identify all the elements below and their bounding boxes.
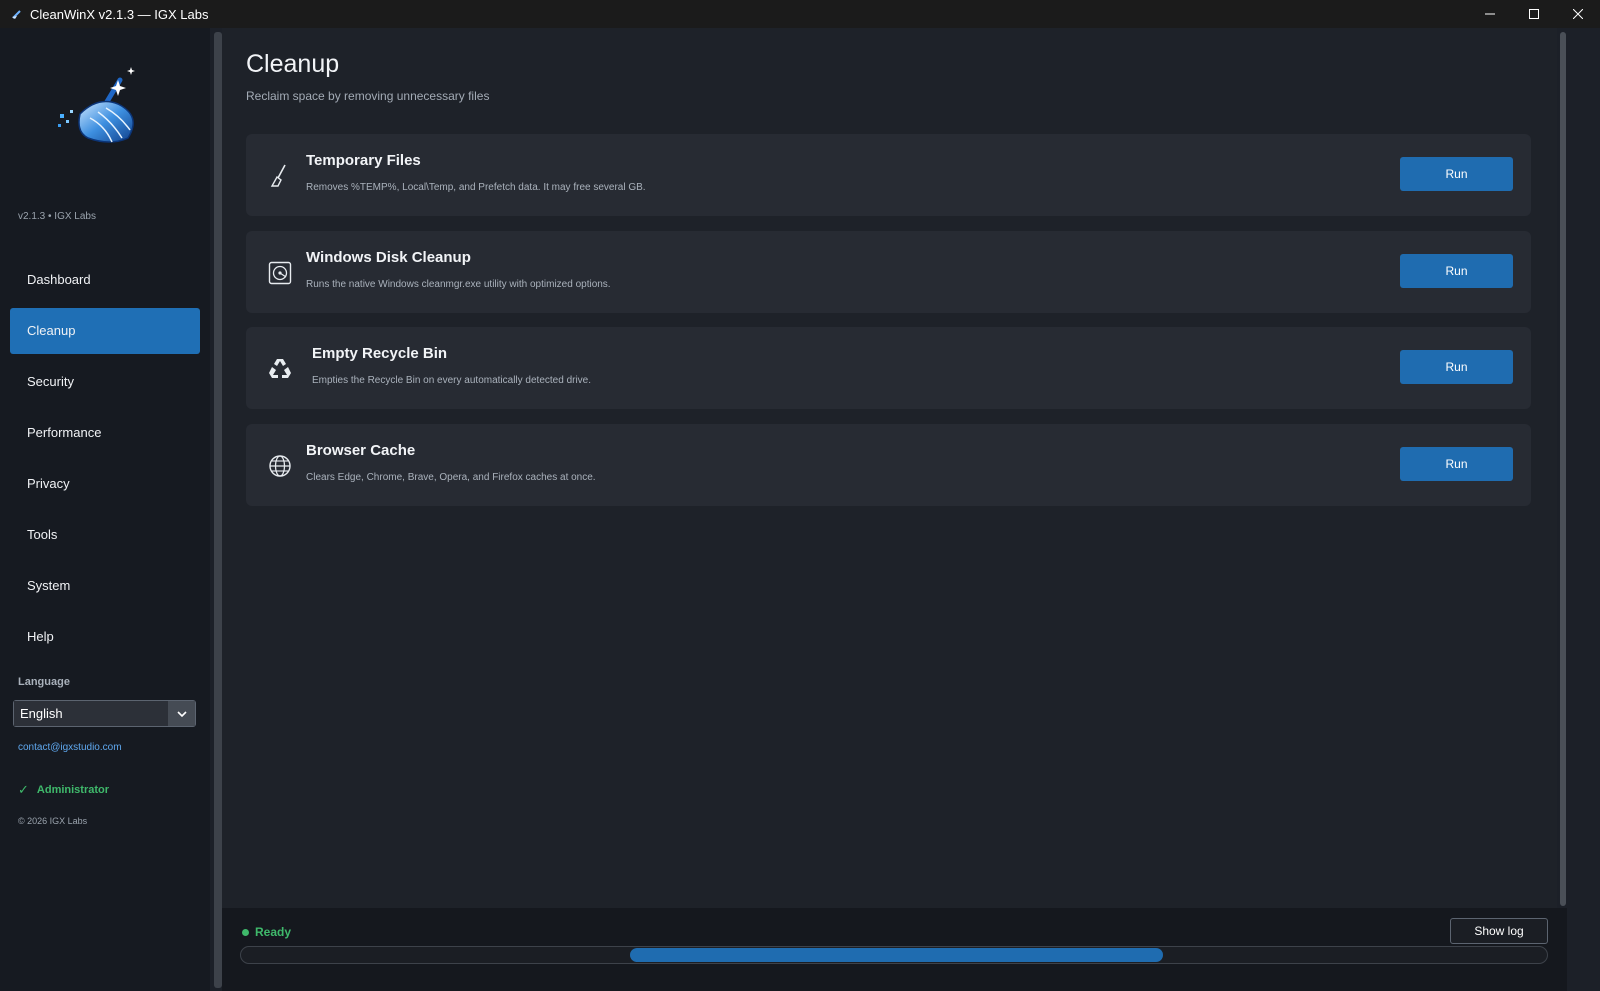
status-indicator: Ready	[242, 925, 291, 939]
progress-bar	[240, 946, 1548, 964]
minimize-button[interactable]	[1468, 0, 1512, 28]
status-dot-icon	[242, 928, 249, 936]
close-button[interactable]	[1556, 0, 1600, 28]
language-select[interactable]: English	[13, 700, 196, 727]
show-log-button[interactable]: Show log	[1450, 918, 1548, 944]
status-text: Ready	[255, 925, 292, 939]
maximize-button[interactable]	[1512, 0, 1556, 28]
recycle-icon	[266, 355, 294, 383]
language-label: Language	[18, 676, 70, 688]
language-value[interactable]: English	[14, 701, 168, 726]
contact-link[interactable]: contact@igxstudio.com	[18, 742, 122, 753]
sidebar-item-cleanup[interactable]: Cleanup	[10, 308, 200, 354]
broom-logo-icon	[50, 52, 144, 152]
version-label: v2.1.3 • IGX Labs	[18, 211, 96, 222]
check-icon: ✓	[18, 782, 29, 797]
window-title: CleanWinX v2.1.3 — IGX Labs	[30, 6, 209, 22]
title-bar: CleanWinX v2.1.3 — IGX Labs	[0, 0, 1600, 28]
sidebar-item-system[interactable]: System	[10, 563, 200, 609]
task-title: Empty Recycle Bin	[312, 345, 448, 362]
task-card-recycle-bin: Empty Recycle Bin Empties the Recycle Bi…	[246, 327, 1531, 409]
task-description: Removes %TEMP%, Local\Temp, and Prefetch…	[306, 182, 646, 193]
sidebar-item-dashboard[interactable]: Dashboard	[10, 257, 200, 303]
run-temporary-files-button[interactable]: Run	[1400, 157, 1513, 191]
sidebar-item-privacy[interactable]: Privacy	[10, 461, 200, 507]
main-scrollbar[interactable]	[1560, 32, 1566, 906]
sidebar-item-performance[interactable]: Performance	[10, 410, 200, 456]
disk-icon	[266, 259, 294, 287]
sidebar-item-help[interactable]: Help	[10, 614, 200, 660]
task-description: Runs the native Windows cleanmgr.exe uti…	[306, 279, 611, 290]
progress-indicator	[630, 948, 1163, 962]
sidebar-scrollbar[interactable]	[214, 32, 222, 988]
admin-label: Administrator	[36, 784, 110, 796]
copyright: © 2026 IGX Labs	[18, 816, 88, 826]
window-controls	[1468, 0, 1600, 28]
task-title: Temporary Files	[306, 152, 421, 169]
run-browser-cache-button[interactable]: Run	[1400, 447, 1513, 481]
task-description: Empties the Recycle Bin on every automat…	[312, 375, 592, 386]
task-card-browser-cache: Browser Cache Clears Edge, Chrome, Brave…	[246, 424, 1531, 506]
task-title: Browser Cache	[306, 442, 416, 459]
run-disk-cleanup-button[interactable]: Run	[1400, 254, 1513, 288]
task-title: Windows Disk Cleanup	[306, 249, 471, 266]
broom-icon	[266, 162, 294, 190]
app-icon	[10, 7, 24, 21]
task-card-temporary-files: Temporary Files Removes %TEMP%, Local\Te…	[246, 134, 1531, 216]
task-card-disk-cleanup: Windows Disk Cleanup Runs the native Win…	[246, 231, 1531, 313]
run-recycle-bin-button[interactable]: Run	[1400, 350, 1513, 384]
admin-badge: ✓ Administrator	[18, 782, 109, 798]
sidebar-nav: Dashboard Cleanup Security Performance P…	[10, 257, 200, 665]
globe-icon	[266, 452, 294, 480]
page-title: Cleanup	[246, 50, 340, 78]
page-subtitle: Reclaim space by removing unnecessary fi…	[246, 89, 490, 103]
sidebar-item-security[interactable]: Security	[10, 359, 200, 405]
chevron-down-icon[interactable]	[168, 701, 195, 726]
task-description: Clears Edge, Chrome, Brave, Opera, and F…	[306, 472, 596, 483]
sidebar-item-tools[interactable]: Tools	[10, 512, 200, 558]
